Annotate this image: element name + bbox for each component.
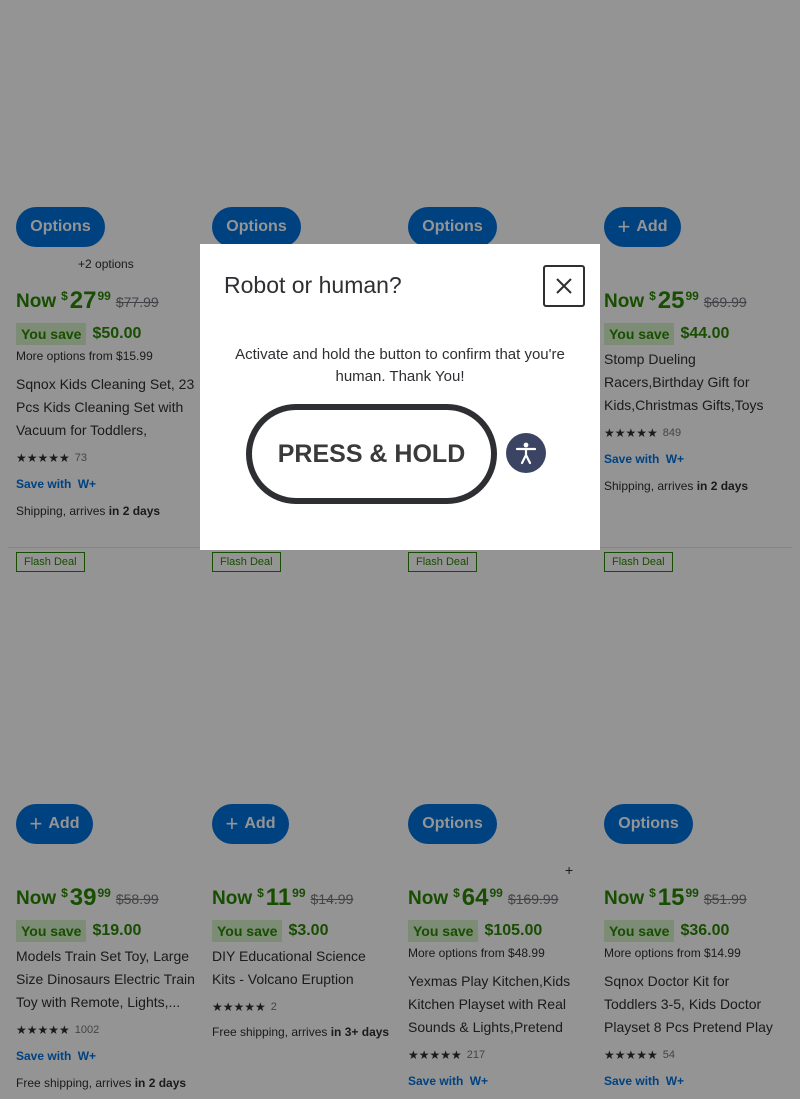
captcha-dialog: Robot or human? Activate and hold the bu… — [200, 244, 600, 550]
accessibility-icon[interactable] — [506, 433, 546, 473]
accessibility-icon — [515, 442, 537, 465]
close-icon — [556, 278, 572, 294]
close-icon[interactable] — [543, 265, 585, 307]
dialog-title: Robot or human? — [224, 272, 402, 298]
dialog-message: Activate and hold the button to confirm … — [235, 346, 565, 385]
press-and-hold-button[interactable]: PRESS & HOLD — [246, 404, 497, 504]
